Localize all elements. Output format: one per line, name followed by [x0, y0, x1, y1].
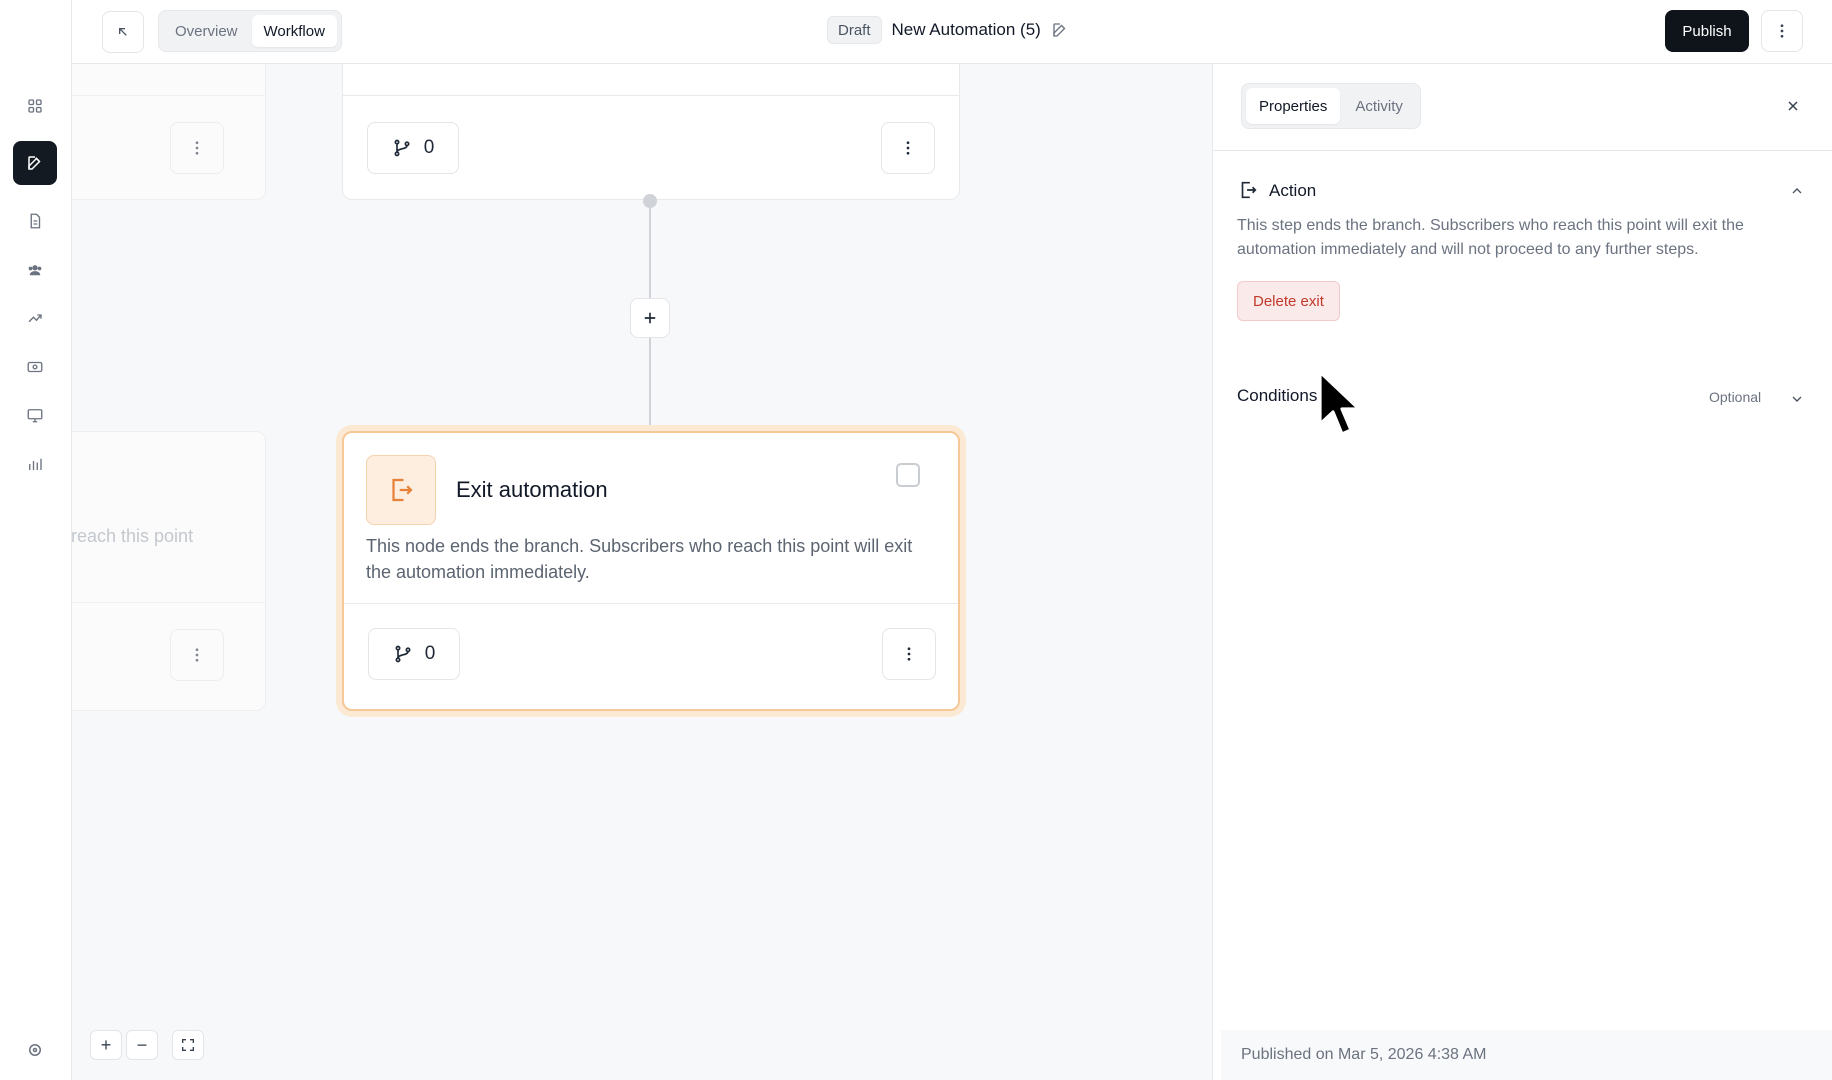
zoom-in-button[interactable]: + [90, 1030, 122, 1060]
node-title: Exit automation [456, 477, 608, 502]
mouse-cursor-icon [1318, 370, 1361, 436]
more-vertical-icon [195, 141, 199, 155]
git-branch-icon [394, 139, 410, 157]
top-bar: Overview Workflow Draft New Automation (… [72, 0, 1832, 64]
monitor-icon[interactable] [13, 393, 57, 437]
tab-properties[interactable]: Properties [1246, 88, 1341, 124]
tab-activity[interactable]: Activity [1342, 88, 1416, 124]
delete-exit-button[interactable]: Delete exit [1237, 281, 1340, 321]
publish-button[interactable]: Publish [1665, 10, 1749, 52]
add-step-button[interactable] [630, 298, 670, 338]
page-title: New Automation (5) [891, 20, 1041, 39]
more-vertical-icon [907, 647, 911, 661]
action-section-title: Action [1269, 181, 1317, 200]
tab-workflow[interactable]: Workflow [251, 15, 337, 47]
zoom-out-button[interactable]: − [126, 1030, 158, 1060]
trend-icon[interactable] [13, 296, 57, 340]
panel-tabs: Properties Activity [1241, 83, 1421, 129]
arrow-up-left-icon [119, 28, 127, 36]
more-vertical-icon [906, 141, 910, 155]
node-menu-button[interactable] [881, 122, 935, 174]
node-menu-button[interactable] [170, 629, 224, 681]
grid-icon[interactable] [13, 84, 57, 128]
settings-icon[interactable] [13, 1028, 57, 1072]
conditions-section-title[interactable]: Conditions [1237, 386, 1317, 406]
node-select-checkbox[interactable] [896, 463, 920, 487]
properties-panel: Properties Activity Action This step end… [1212, 64, 1832, 1080]
view-tabs: Overview Workflow [158, 10, 342, 52]
edit-icon[interactable] [13, 141, 57, 185]
node-description: This node ends the branch. Subscribers w… [366, 536, 913, 582]
card-divider [344, 603, 958, 604]
minus-icon: − [136, 1034, 148, 1055]
optional-label: Optional [1709, 389, 1762, 405]
more-options-button[interactable] [1761, 10, 1803, 52]
branch-count-button[interactable]: 0 [368, 628, 460, 680]
users-icon[interactable] [13, 248, 57, 292]
automation-title-group: Draft New Automation (5) [827, 16, 1069, 44]
branch-count-button[interactable]: 0 [367, 122, 459, 174]
branch-count: 0 [423, 137, 435, 158]
git-branch-icon [395, 645, 411, 663]
plus-icon: + [100, 1034, 112, 1055]
node-menu-button[interactable] [170, 122, 224, 174]
exit-automation-node[interactable]: Exit automation This node ends the branc… [342, 431, 960, 711]
close-panel-button[interactable] [1781, 94, 1805, 118]
workflow-canvas[interactable]: 0 reach this point Exit automation This … [72, 64, 1212, 1080]
panel-divider [1213, 150, 1832, 151]
fit-view-button[interactable] [172, 1030, 204, 1060]
left-rail [0, 0, 72, 1080]
workflow-node[interactable] [72, 64, 266, 200]
exit-icon [1237, 179, 1259, 201]
card-divider [343, 95, 959, 96]
status-badge: Draft [827, 16, 882, 44]
card-divider [72, 95, 265, 96]
fullscreen-icon [182, 1039, 194, 1051]
tab-overview[interactable]: Overview [163, 15, 250, 47]
close-icon [1788, 101, 1798, 111]
action-description: This step ends the branch. Subscribers w… [1237, 217, 1744, 258]
card-divider [72, 602, 265, 603]
plus-icon [644, 312, 656, 324]
workflow-node[interactable]: 0 [342, 64, 960, 200]
document-icon[interactable] [13, 199, 57, 243]
money-icon[interactable] [13, 345, 57, 389]
published-timestamp: Published on Mar 5, 2026 4:38 AM [1221, 1030, 1832, 1080]
node-menu-button[interactable] [882, 628, 936, 680]
more-vertical-icon [195, 648, 199, 662]
chevron-up-icon[interactable] [1789, 183, 1805, 199]
chevron-down-icon[interactable] [1789, 391, 1805, 407]
back-button[interactable] [102, 11, 144, 53]
workflow-node[interactable]: reach this point [72, 431, 266, 711]
more-vertical-icon [1780, 24, 1784, 38]
bar-chart-icon[interactable] [13, 442, 57, 486]
branch-count: 0 [424, 643, 436, 664]
node-description: reach this point [72, 526, 194, 546]
rename-icon[interactable] [1051, 21, 1069, 39]
exit-icon [366, 455, 436, 525]
